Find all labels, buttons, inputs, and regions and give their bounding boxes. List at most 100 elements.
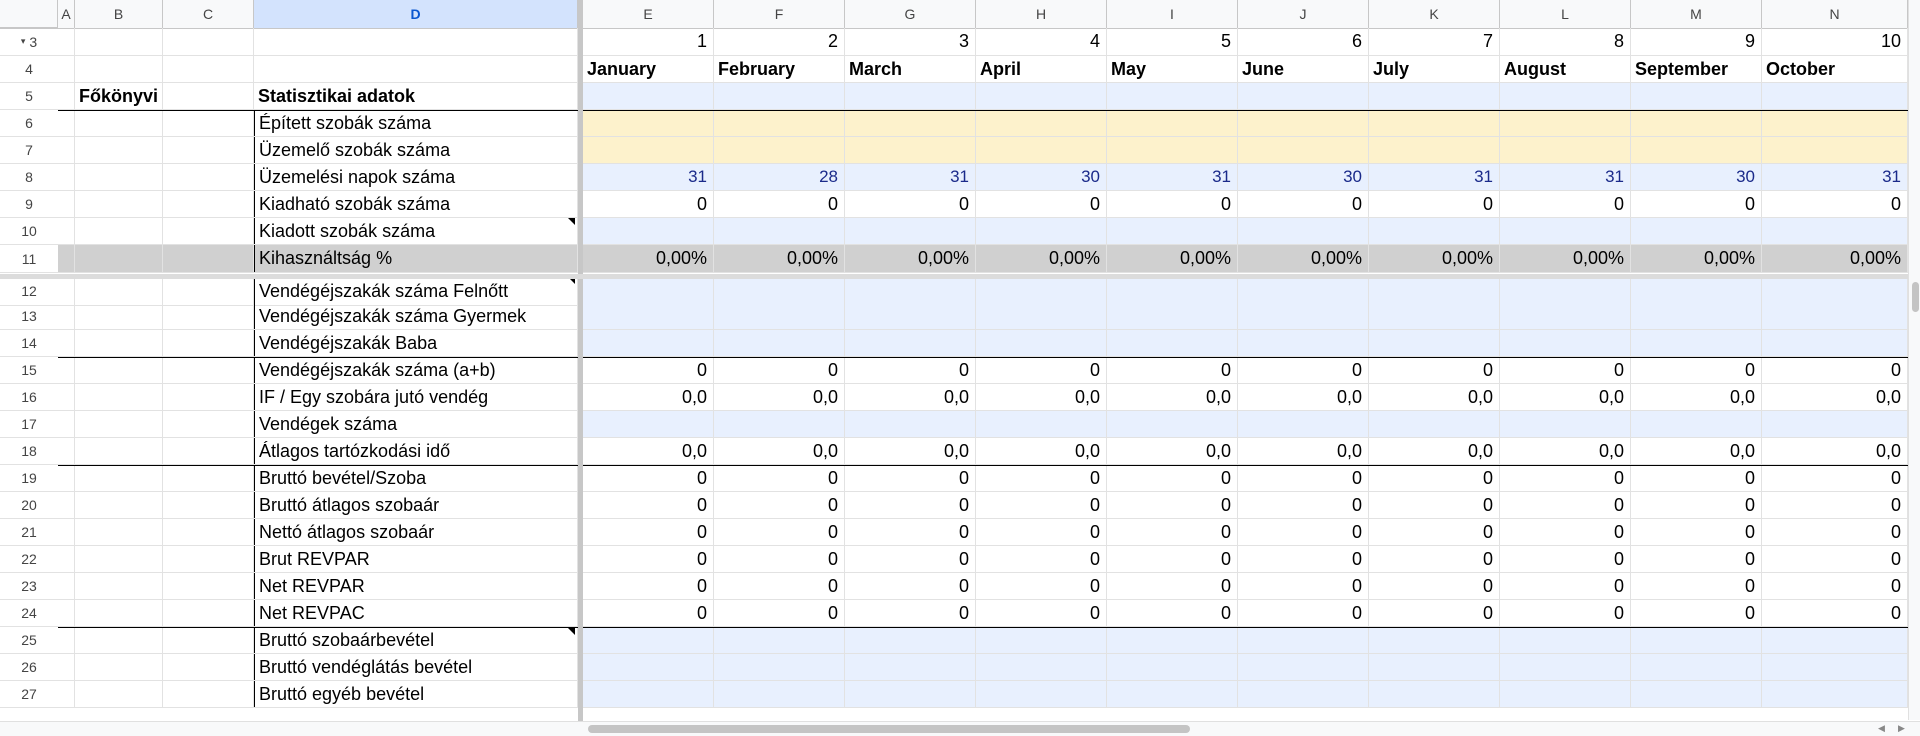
frozen-column-divider[interactable] bbox=[578, 0, 583, 725]
cell-k13[interactable] bbox=[1369, 303, 1500, 329]
column-header-n[interactable]: N bbox=[1762, 0, 1908, 28]
cell-h21[interactable]: 0 bbox=[976, 519, 1107, 545]
cell-i22[interactable]: 0 bbox=[1107, 546, 1238, 572]
cell-l13[interactable] bbox=[1500, 303, 1631, 329]
cell-m24[interactable]: 0 bbox=[1631, 600, 1762, 626]
cell-n26[interactable] bbox=[1762, 654, 1908, 680]
cell-a19[interactable] bbox=[58, 466, 75, 491]
cell-b11[interactable] bbox=[75, 245, 163, 272]
comment-indicator-icon[interactable] bbox=[568, 218, 575, 225]
scroll-right-icon[interactable]: ▶ bbox=[1898, 723, 1905, 734]
scroll-left-icon[interactable]: ◀ bbox=[1878, 723, 1885, 734]
cell-m12[interactable] bbox=[1631, 277, 1762, 305]
column-header-k[interactable]: K bbox=[1369, 0, 1500, 28]
vertical-scrollbar[interactable] bbox=[1908, 0, 1920, 720]
cell-c10[interactable] bbox=[163, 218, 254, 244]
horizontal-scroll-thumb[interactable] bbox=[588, 725, 1190, 733]
column-header-c[interactable]: C bbox=[163, 0, 254, 28]
cell-l21[interactable]: 0 bbox=[1500, 519, 1631, 545]
cell-b20[interactable] bbox=[75, 492, 163, 518]
cell-j18[interactable]: 0,0 bbox=[1238, 438, 1369, 464]
cell-m17[interactable] bbox=[1631, 411, 1762, 437]
row-header-3[interactable]: ▾ 3 bbox=[0, 28, 58, 56]
cell-c27[interactable] bbox=[163, 681, 254, 707]
cell-g27[interactable] bbox=[845, 681, 976, 707]
cell-b4[interactable] bbox=[75, 56, 163, 82]
cell-b3[interactable] bbox=[75, 28, 163, 55]
cell-e22[interactable]: 0 bbox=[583, 546, 714, 572]
cell-a26[interactable] bbox=[58, 654, 75, 680]
cell-g4[interactable]: March bbox=[845, 56, 976, 82]
cell-c4[interactable] bbox=[163, 56, 254, 82]
cell-a5[interactable] bbox=[58, 83, 75, 109]
cell-c6[interactable] bbox=[163, 111, 254, 136]
cell-a12[interactable] bbox=[58, 277, 75, 305]
cell-n6[interactable] bbox=[1762, 111, 1908, 136]
cell-e25[interactable] bbox=[583, 628, 714, 653]
cell-n27[interactable] bbox=[1762, 681, 1908, 707]
cell-e13[interactable] bbox=[583, 303, 714, 329]
horizontal-scrollbar[interactable]: ◀ ▶ bbox=[0, 721, 1920, 736]
cell-h23[interactable]: 0 bbox=[976, 573, 1107, 599]
comment-indicator-icon[interactable] bbox=[568, 628, 575, 635]
cell-k21[interactable]: 0 bbox=[1369, 519, 1500, 545]
cell-c15[interactable] bbox=[163, 358, 254, 383]
cell-b8[interactable] bbox=[75, 164, 163, 190]
cell-a6[interactable] bbox=[58, 111, 75, 136]
column-header-d[interactable]: D bbox=[254, 0, 578, 28]
cell-g7[interactable] bbox=[845, 137, 976, 163]
cell-n24[interactable]: 0 bbox=[1762, 600, 1908, 626]
row-header-18[interactable]: 18 bbox=[0, 438, 58, 465]
cell-g14[interactable] bbox=[845, 330, 976, 356]
cell-b24[interactable] bbox=[75, 600, 163, 626]
cell-g25[interactable] bbox=[845, 628, 976, 653]
row-header-20[interactable]: 20 bbox=[0, 492, 58, 519]
cell-i17[interactable] bbox=[1107, 411, 1238, 437]
cell-b9[interactable] bbox=[75, 191, 163, 217]
cell-i6[interactable] bbox=[1107, 111, 1238, 136]
cell-d20[interactable]: Bruttó átlagos szobaár bbox=[254, 492, 578, 518]
cell-j21[interactable]: 0 bbox=[1238, 519, 1369, 545]
cell-k20[interactable]: 0 bbox=[1369, 492, 1500, 518]
cell-n19[interactable]: 0 bbox=[1762, 466, 1908, 491]
cell-h10[interactable] bbox=[976, 218, 1107, 244]
cell-f13[interactable] bbox=[714, 303, 845, 329]
cell-a22[interactable] bbox=[58, 546, 75, 572]
cell-c12[interactable] bbox=[163, 277, 254, 305]
cell-l6[interactable] bbox=[1500, 111, 1631, 136]
cell-j13[interactable] bbox=[1238, 303, 1369, 329]
cell-i26[interactable] bbox=[1107, 654, 1238, 680]
cell-h6[interactable] bbox=[976, 111, 1107, 136]
cell-a15[interactable] bbox=[58, 358, 75, 383]
cell-j20[interactable]: 0 bbox=[1238, 492, 1369, 518]
cell-a18[interactable] bbox=[58, 438, 75, 464]
cell-i11[interactable]: 0,00% bbox=[1107, 245, 1238, 272]
cell-n13[interactable] bbox=[1762, 303, 1908, 329]
cell-b7[interactable] bbox=[75, 137, 163, 163]
cell-j27[interactable] bbox=[1238, 681, 1369, 707]
column-header-i[interactable]: I bbox=[1107, 0, 1238, 28]
cell-j12[interactable] bbox=[1238, 277, 1369, 305]
cell-h17[interactable] bbox=[976, 411, 1107, 437]
select-all-corner[interactable] bbox=[0, 0, 58, 28]
column-header-f[interactable]: F bbox=[714, 0, 845, 28]
cell-l26[interactable] bbox=[1500, 654, 1631, 680]
cell-m21[interactable]: 0 bbox=[1631, 519, 1762, 545]
cell-n7[interactable] bbox=[1762, 137, 1908, 163]
cell-d10[interactable]: Kiadott szobák száma bbox=[254, 218, 578, 244]
cell-c3[interactable] bbox=[163, 28, 254, 55]
cell-l12[interactable] bbox=[1500, 277, 1631, 305]
row-header-6[interactable]: 6 bbox=[0, 110, 58, 137]
cell-g11[interactable]: 0,00% bbox=[845, 245, 976, 272]
row-header-12[interactable]: 12 bbox=[0, 276, 58, 306]
cell-b18[interactable] bbox=[75, 438, 163, 464]
cell-n3[interactable]: 10 bbox=[1762, 28, 1908, 55]
cell-c21[interactable] bbox=[163, 519, 254, 545]
cell-i21[interactable]: 0 bbox=[1107, 519, 1238, 545]
cell-e6[interactable] bbox=[583, 111, 714, 136]
row-header-21[interactable]: 21 bbox=[0, 519, 58, 546]
cell-e16[interactable]: 0,0 bbox=[583, 384, 714, 410]
cell-k14[interactable] bbox=[1369, 330, 1500, 356]
column-header-h[interactable]: H bbox=[976, 0, 1107, 28]
cell-a8[interactable] bbox=[58, 164, 75, 190]
